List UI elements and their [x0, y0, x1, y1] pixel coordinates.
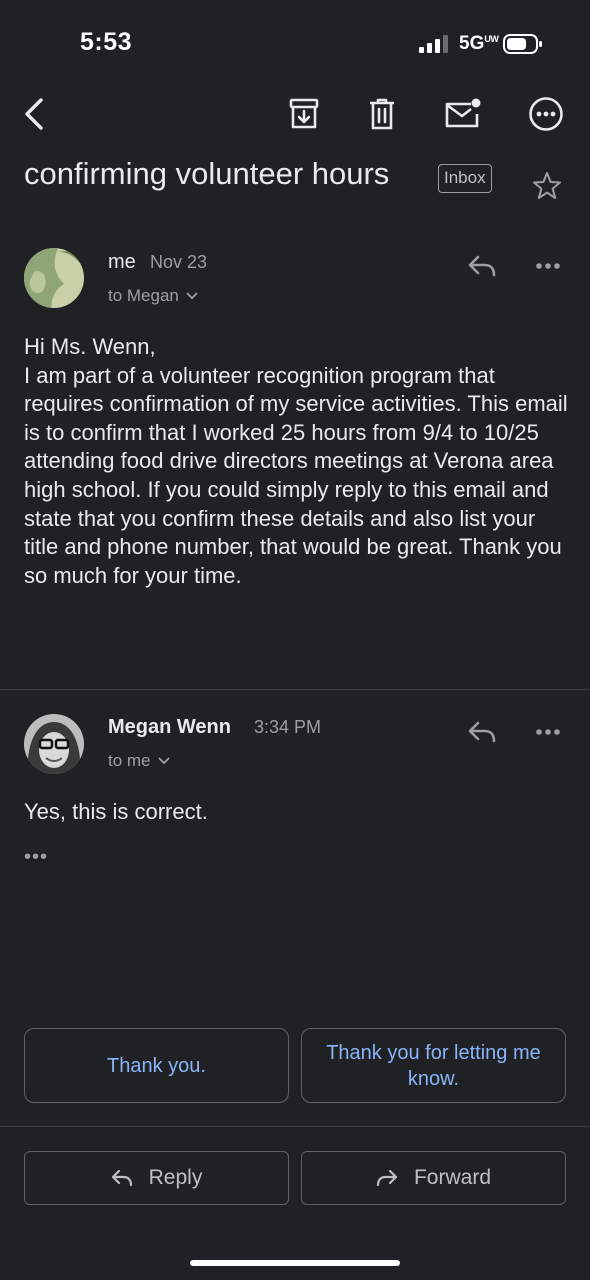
reply-icon [468, 721, 496, 743]
battery-icon [503, 34, 542, 54]
message-date: Nov 23 [150, 252, 208, 272]
reply-icon-button[interactable] [462, 248, 502, 284]
back-button[interactable] [14, 92, 54, 136]
recipient-label: to me [108, 751, 151, 770]
sender-name: Megan Wenn [108, 716, 231, 738]
actions-divider [0, 1126, 590, 1127]
reply-icon-button[interactable] [462, 714, 502, 750]
forward-button[interactable]: Forward [301, 1151, 566, 1205]
message-more-button[interactable] [528, 250, 568, 282]
more-dots-icon [536, 263, 560, 269]
recipient-label: to Megan [108, 286, 179, 305]
more-dots-icon [536, 729, 560, 735]
mark-unread-icon [445, 98, 481, 128]
message-divider [0, 689, 590, 690]
network-label: 5G [459, 33, 485, 54]
more-horizontal-icon [529, 97, 563, 131]
message-more-button[interactable] [528, 716, 568, 748]
chevron-down-icon [186, 292, 198, 300]
archive-button[interactable] [282, 92, 326, 136]
smart-reply-thank-you[interactable]: Thank you. [24, 1028, 289, 1103]
recipient-toggle[interactable]: to me [108, 751, 170, 771]
archive-icon [289, 98, 319, 129]
reply-button[interactable]: Reply [24, 1151, 289, 1205]
avatar-image [24, 714, 84, 774]
reply-icon [111, 1169, 132, 1187]
reply-label: Reply [148, 1166, 203, 1189]
sender-avatar[interactable] [24, 714, 84, 774]
network-sub-label: UW [484, 34, 499, 44]
forward-label: Forward [413, 1166, 492, 1189]
avatar-image [24, 248, 84, 308]
recipient-toggle[interactable]: to Megan [108, 286, 198, 306]
reply-icon [468, 255, 496, 277]
message-date: 3:34 PM [254, 717, 322, 737]
delete-button[interactable] [360, 92, 404, 136]
network-indicator: 5GUW [459, 33, 499, 55]
home-indicator[interactable] [190, 1260, 400, 1266]
star-button[interactable] [530, 170, 564, 202]
forward-icon [376, 1169, 398, 1187]
status-time: 5:53 [80, 28, 133, 56]
star-icon [533, 172, 561, 199]
message-body: Yes, this is correct. [24, 799, 208, 824]
chevron-left-icon [25, 98, 43, 130]
sender-avatar[interactable] [24, 248, 84, 308]
email-subject: confirming volunteer hours [24, 156, 390, 191]
sender-name: me [108, 251, 136, 273]
message-body: Hi Ms. Wenn, I am part of a volunteer re… [24, 334, 568, 588]
show-trimmed-content-button[interactable]: ••• [24, 846, 48, 869]
inbox-label-chip[interactable]: Inbox [438, 164, 492, 193]
smart-reply-thank-you-letting-know[interactable]: Thank you for letting me know. [301, 1028, 566, 1103]
trash-icon [370, 98, 394, 130]
mark-unread-button[interactable] [440, 92, 486, 136]
cellular-signal-icon [419, 35, 448, 53]
chevron-down-icon [158, 757, 169, 765]
more-options-button[interactable] [524, 92, 568, 136]
